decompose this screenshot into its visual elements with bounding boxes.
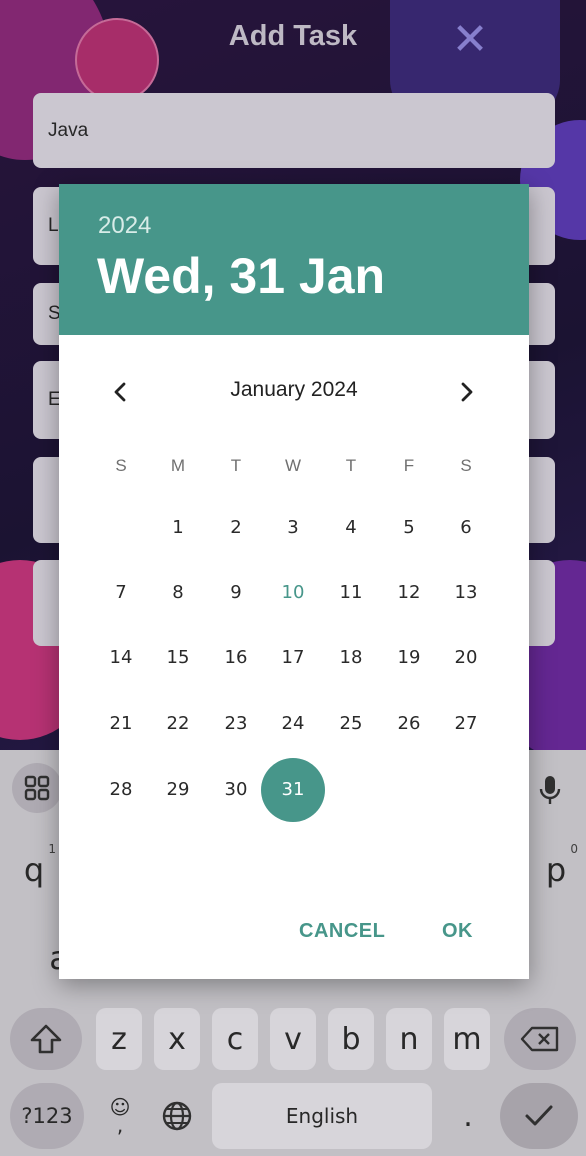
date-picker-dialog: 2024 Wed, 31 Jan January 2024 SMTWTFS 12…	[59, 184, 529, 979]
calendar-day[interactable]: 24	[273, 709, 313, 739]
date-picker-header: 2024 Wed, 31 Jan	[59, 184, 529, 335]
next-month-button[interactable]	[447, 375, 487, 409]
calendar-day[interactable]: 1	[158, 513, 198, 543]
calendar-day[interactable]: 21	[101, 709, 141, 739]
weekday-label: S	[115, 456, 127, 475]
calendar-day[interactable]: 14	[101, 643, 141, 673]
calendar-day[interactable]: 26	[389, 709, 429, 739]
year-selector[interactable]: 2024	[98, 212, 151, 240]
calendar-day[interactable]: 13	[446, 578, 486, 608]
calendar-day[interactable]: 17	[273, 643, 313, 673]
selected-date-label: Wed, 31 Jan	[97, 248, 386, 304]
calendar-day[interactable]: 7	[101, 578, 141, 608]
weekday-label: F	[403, 456, 415, 475]
calendar-day[interactable]: 16	[216, 643, 256, 673]
calendar-day[interactable]: 9	[216, 578, 256, 608]
today-day[interactable]: 10	[273, 578, 313, 608]
weekday-label: T	[230, 456, 242, 475]
cancel-button[interactable]: CANCEL	[299, 920, 385, 943]
calendar-day[interactable]: 6	[446, 513, 486, 543]
weekday-label: W	[284, 456, 302, 475]
calendar-day[interactable]: 23	[216, 709, 256, 739]
ok-button[interactable]: OK	[442, 920, 473, 943]
calendar-day[interactable]: 28	[101, 775, 141, 805]
calendar-day[interactable]: 18	[331, 643, 371, 673]
calendar-day[interactable]: 22	[158, 709, 198, 739]
selected-day[interactable]: 31	[261, 758, 325, 822]
calendar-day[interactable]: 4	[331, 513, 371, 543]
calendar-day[interactable]: 20	[446, 643, 486, 673]
weekday-label: S	[460, 456, 472, 475]
calendar-day[interactable]: 12	[389, 578, 429, 608]
calendar-day[interactable]: 29	[158, 775, 198, 805]
weekday-label: M	[170, 456, 186, 475]
calendar-day[interactable]: 8	[158, 578, 198, 608]
calendar-day[interactable]: 19	[389, 643, 429, 673]
calendar-day[interactable]: 2	[216, 513, 256, 543]
calendar-day[interactable]: 30	[216, 775, 256, 805]
calendar-day[interactable]: 27	[446, 709, 486, 739]
calendar-day[interactable]: 5	[389, 513, 429, 543]
weekday-label: T	[345, 456, 357, 475]
calendar-day[interactable]: 11	[331, 578, 371, 608]
calendar-day[interactable]: 15	[158, 643, 198, 673]
calendar-day[interactable]: 25	[331, 709, 371, 739]
calendar-day[interactable]: 3	[273, 513, 313, 543]
chevron-right-icon	[461, 382, 473, 402]
